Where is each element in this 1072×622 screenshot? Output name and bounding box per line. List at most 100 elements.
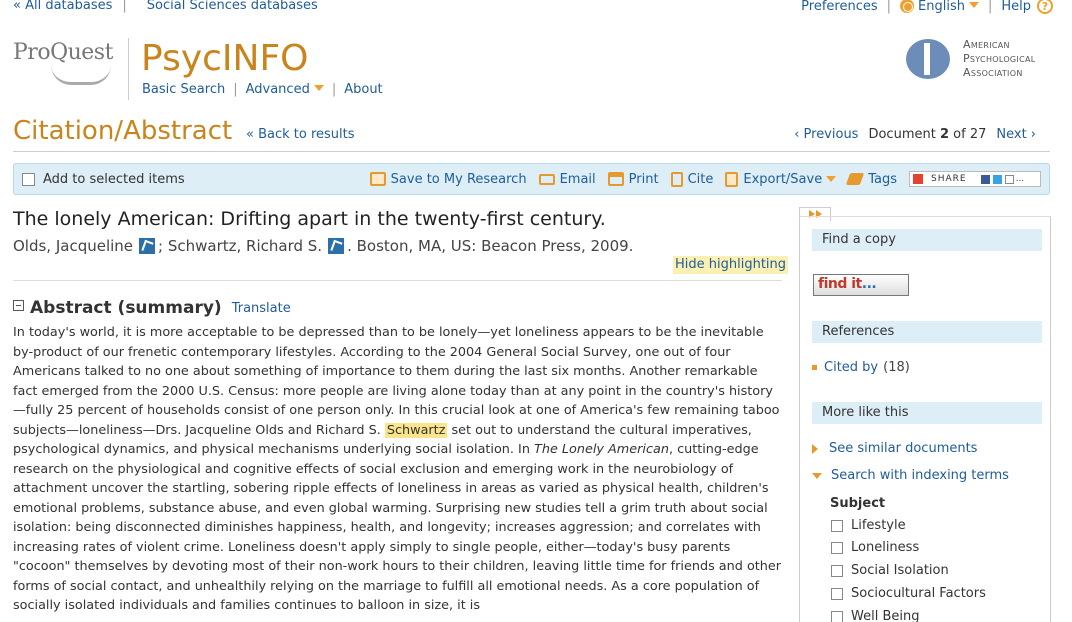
find-it-label: find it [818,276,862,292]
twitter-icon [992,174,1002,184]
help-icon[interactable]: ? [1037,0,1053,14]
cite-label: Cite [687,171,714,187]
subject-checkbox-well-being[interactable]: Well Being [831,609,919,622]
abstract-segment: In today's world, it is more acceptable … [13,325,780,438]
author-profile-icon[interactable] [328,238,345,254]
cited-count: (18) [883,360,910,375]
printer-icon [607,172,624,186]
divider [13,280,782,281]
chevron-down-icon [968,1,979,8]
subject-checkbox-loneliness[interactable]: Loneliness [831,540,919,555]
separator: | [331,82,337,97]
next-link[interactable]: Next › [996,127,1036,142]
language-select[interactable]: English [918,0,979,14]
cited-by-link[interactable]: Cited by [824,360,878,375]
record-title: The lonely American: Drifting apart in t… [13,208,606,230]
help-link[interactable]: Help [1001,0,1031,14]
collapse-icon[interactable] [13,299,24,311]
tag-icon [846,173,865,185]
share-button[interactable]: SHARE ... [909,171,1041,187]
sidebar: Find a copy find it... References Cited … [799,216,1051,622]
subject-label-text: Well Being [851,609,920,622]
author-link[interactable]: Olds, Jacqueline [13,237,133,255]
envelope-icon [538,173,555,185]
advanced-search-link[interactable]: Advanced [246,82,324,97]
apa-logo-text: American Psychological Association [963,38,1036,80]
checkbox[interactable] [831,564,843,577]
tags-label: Tags [868,171,897,187]
abstract-text: In today's world, it is more acceptable … [13,323,783,616]
abstract-header: Abstract (summary) Translate [13,298,291,318]
find-it-dots: ... [861,276,877,292]
tags-button[interactable]: Tags [846,171,897,187]
apa-logo-icon [906,39,950,79]
apa-line: Association [963,66,1023,79]
separator: | [987,0,993,14]
translate-link[interactable]: Translate [232,301,291,316]
globe-icon [900,0,915,13]
toolbar-actions: Save to My Research Email Print Cite Exp… [358,171,1041,187]
more-label: ... [1015,174,1025,184]
subject-label-text: Lifestyle [851,518,906,533]
see-similar-documents-link[interactable]: See similar documents [812,441,977,456]
checkbox[interactable] [831,519,843,532]
document-position: Document 2 of 27 [868,127,986,142]
hide-highlighting-link[interactable]: Hide highlighting [673,256,789,274]
divider [13,151,1050,152]
search-indexing-label: Search with indexing terms [831,468,1009,483]
separator: | [886,0,892,14]
author-profile-icon[interactable] [139,238,156,254]
document-total: of 27 [953,127,987,142]
cited-by-item: Cited by (18) [812,360,910,375]
subject-label-text: Loneliness [851,540,920,555]
subject-checkbox-lifestyle[interactable]: Lifestyle [831,518,906,533]
see-similar-label: See similar documents [829,441,978,456]
abstract-title: Abstract (summary) [30,298,222,318]
checkbox[interactable] [831,610,843,622]
checkbox[interactable] [22,173,35,186]
document-pager: ‹ Previous Document 2 of 27 Next › [794,127,1036,142]
add-to-selected-label: Add to selected items [43,172,185,187]
action-toolbar: Add to selected items Save to My Researc… [13,163,1050,195]
subject-label: Subject [830,496,886,511]
header-divider [128,38,129,100]
subject-checkbox-social-isolation[interactable]: Social Isolation [831,563,949,578]
proquest-logo-text: ProQuest [13,40,113,65]
back-to-results-link[interactable]: « Back to results [246,127,355,142]
all-databases-link[interactable]: « All databases [13,0,112,13]
checkbox[interactable] [831,541,843,554]
chevron-down-icon [313,85,324,91]
social-sciences-link[interactable]: Social Sciences databases [147,0,318,13]
checkbox[interactable] [831,587,843,600]
search-indexing-terms-link[interactable]: Search with indexing terms [812,468,1009,483]
abstract-italic: The Lonely American [534,442,669,457]
author-link[interactable]: ; Schwartz, Richard S. [158,237,322,255]
subject-label-text: Social Isolation [851,563,949,578]
subject-label-text: Sociocultural Factors [851,586,986,601]
cite-button[interactable]: Cite [670,171,714,187]
folder-save-icon [369,172,386,186]
export-label: Export/Save [743,171,823,187]
advanced-label: Advanced [245,82,310,97]
subject-checkbox-sociocultural-factors[interactable]: Sociocultural Factors [831,586,986,601]
top-bar: « All databases | Social Sciences databa… [13,0,1053,16]
previous-link[interactable]: ‹ Previous [794,127,858,142]
add-to-selected-checkbox[interactable]: Add to selected items [22,172,185,187]
document-current: 2 [939,127,950,142]
find-it-button[interactable]: find it... [813,274,909,296]
expand-arrow-icon [812,443,818,454]
save-to-my-research-button[interactable]: Save to My Research [369,172,527,187]
apa-logo[interactable]: American Psychological Association [906,36,1056,84]
email-button[interactable]: Email [538,171,596,187]
preferences-link[interactable]: Preferences [801,0,877,14]
email-label: Email [559,171,596,187]
more-like-this-header: More like this [812,402,1042,424]
basic-search-link[interactable]: Basic Search [142,82,225,97]
apa-line: Psychological [963,52,1036,65]
export-save-button[interactable]: Export/Save [725,171,837,187]
proquest-logo[interactable]: ProQuest [13,40,113,85]
product-title: PsycINFO [141,38,309,79]
chevron-down-icon [826,176,837,182]
print-button[interactable]: Print [607,172,659,187]
about-link[interactable]: About [344,82,382,97]
